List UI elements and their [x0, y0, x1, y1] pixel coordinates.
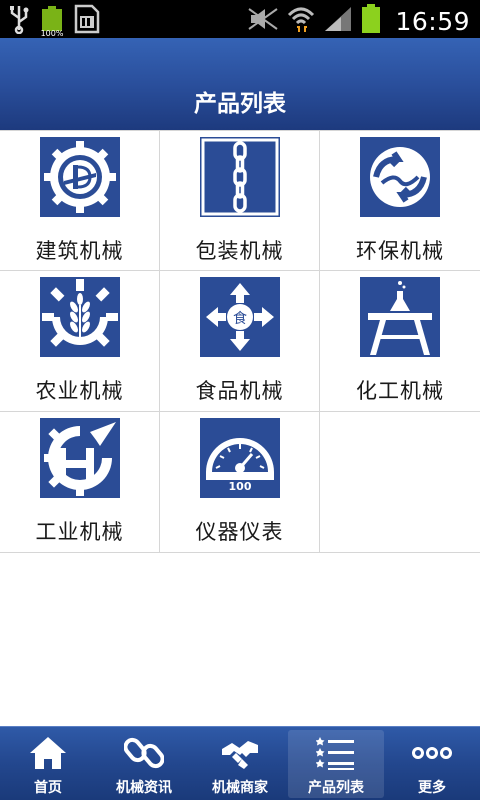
construction-gear-icon: [40, 137, 120, 217]
gauge-value: 100: [229, 480, 252, 493]
category-label: 仪器仪表: [195, 520, 284, 544]
app-screen: { "status_bar": { "time": "16:59", "batt…: [0, 0, 480, 800]
category-label: 农业机械: [35, 379, 124, 403]
gauge-icon: 100: [200, 418, 280, 498]
usb-icon: [8, 4, 30, 38]
industrial-h-icon: [40, 418, 120, 498]
battery-percent-label: 100%: [40, 29, 64, 38]
grid-row: 农业机械 食 食品机械 化工机械: [0, 271, 480, 412]
grid-row: 工业机械 100 仪器仪表: [0, 412, 480, 553]
category-label: 食品机械: [195, 379, 284, 403]
food-arrows-icon: 食: [200, 277, 280, 357]
category-construction[interactable]: 建筑机械: [0, 131, 160, 271]
category-chemical[interactable]: 化工机械: [320, 271, 480, 411]
category-agriculture[interactable]: 农业机械: [0, 271, 160, 411]
tab-label: 产品列表: [308, 780, 364, 796]
more-icon: [412, 735, 452, 771]
tab-merchants[interactable]: 机械商家: [192, 727, 288, 800]
category-label: 建筑机械: [35, 239, 124, 263]
wifi-icon: [287, 5, 315, 37]
category-environmental[interactable]: 环保机械: [320, 131, 480, 271]
category-industrial[interactable]: 工业机械: [0, 412, 160, 552]
mute-icon: [247, 5, 279, 37]
battery-charging-icon: [361, 4, 381, 38]
recycle-icon: [360, 137, 440, 217]
food-glyph: 食: [233, 310, 247, 327]
battery-full-icon: 100%: [40, 6, 64, 38]
grid-row: 建筑机械 包装机械 环保机械: [0, 130, 480, 271]
title-bar: 产品列表: [0, 38, 480, 130]
tab-label: 机械商家: [212, 780, 268, 796]
wheat-gear-icon: [40, 277, 120, 357]
tab-product-list[interactable]: 产品列表: [288, 730, 384, 798]
category-label: 包装机械: [195, 239, 284, 263]
tab-label: 更多: [418, 780, 446, 796]
category-instruments[interactable]: 100 仪器仪表: [160, 412, 320, 552]
home-icon: [28, 735, 68, 771]
category-label: 工业机械: [35, 520, 124, 544]
category-label: 环保机械: [356, 239, 444, 263]
status-bar: 100% 16:59: [0, 0, 480, 38]
signal-icon: [323, 5, 353, 37]
tab-more[interactable]: 更多: [384, 727, 480, 800]
tab-label: 首页: [34, 780, 62, 796]
category-label: 化工机械: [356, 379, 444, 403]
list-icon: [315, 735, 356, 771]
sd-card-icon: [74, 4, 100, 38]
handshake-icon: [220, 735, 260, 771]
link-icon: [123, 735, 165, 771]
empty-cell: [320, 412, 480, 552]
tab-home[interactable]: 首页: [0, 727, 96, 800]
tab-label: 机械资讯: [116, 780, 172, 796]
flask-table-icon: [360, 277, 440, 357]
clock: 16:59: [395, 6, 470, 36]
chain-icon: [200, 137, 280, 217]
page-title: 产品列表: [194, 91, 286, 117]
category-packaging[interactable]: 包装机械: [160, 131, 320, 271]
bottom-tab-bar: 首页 机械资讯 机械商家 产品列表 更多: [0, 726, 480, 800]
category-grid: 建筑机械 包装机械 环保机械 农业机械 食 食品机械 化工机械 工业机械 100…: [0, 130, 480, 553]
tab-news[interactable]: 机械资讯: [96, 727, 192, 800]
category-food[interactable]: 食 食品机械: [160, 271, 320, 411]
